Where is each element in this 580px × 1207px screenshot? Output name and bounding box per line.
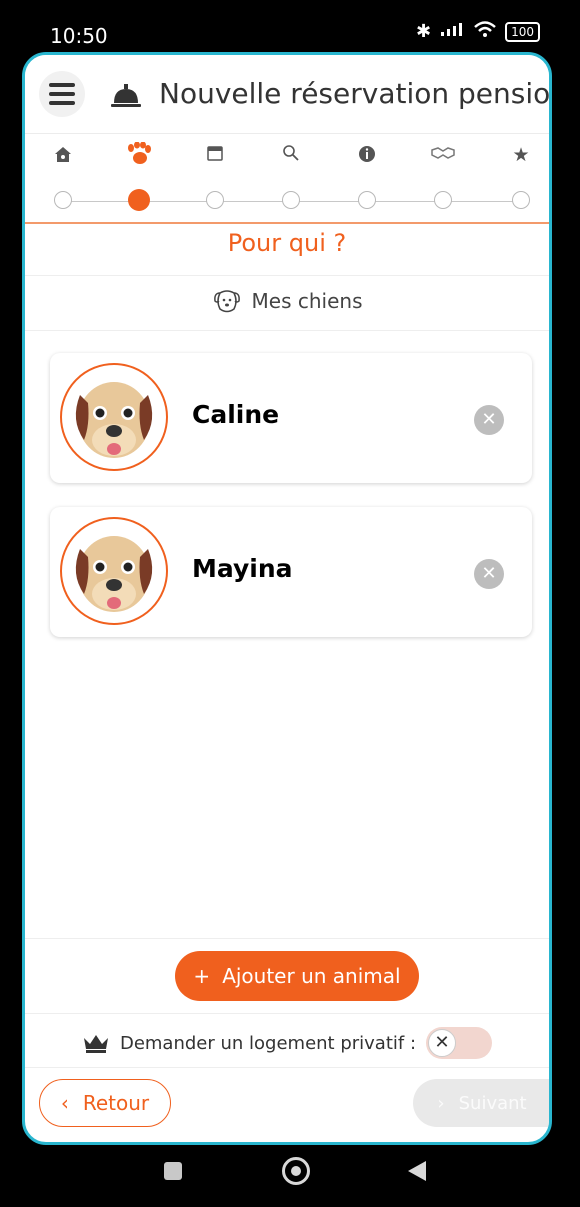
step-dot [206, 191, 224, 209]
add-animal-label: Ajouter un animal [222, 964, 401, 988]
status-icons: ✱ 100 [416, 20, 540, 43]
battery-icon: 100 [505, 21, 540, 42]
divider [25, 1013, 549, 1014]
private-lodging-row: Demander un logement privatif : ✕ [25, 1025, 549, 1061]
pet-card[interactable]: Caline ✕ [50, 353, 532, 483]
divider [25, 275, 549, 276]
calendar-icon [195, 144, 235, 167]
step-dot [434, 191, 452, 209]
step-dot [54, 191, 72, 209]
home-nav-icon[interactable] [282, 1157, 310, 1185]
menu-button[interactable] [39, 71, 85, 117]
plus-icon: + [193, 964, 211, 988]
app-header: Nouvelle réservation pension [25, 55, 549, 134]
menu-bar [49, 101, 75, 105]
search-icon [271, 144, 311, 167]
home-icon [43, 144, 83, 169]
toggle-off-icon: ✕ [428, 1029, 457, 1057]
remove-pet-button[interactable]: ✕ [474, 405, 504, 435]
back-nav-icon[interactable] [408, 1161, 426, 1181]
step-dot [512, 191, 530, 209]
signal-icon [439, 21, 465, 42]
private-lodging-toggle[interactable]: ✕ [426, 1027, 493, 1059]
step-dot [282, 191, 300, 209]
status-bar: 10:50 ✱ 100 [0, 0, 580, 58]
sub-heading-label: Mes chiens [251, 289, 363, 313]
handshake-icon [423, 144, 463, 166]
dog-face-icon [213, 290, 240, 313]
info-icon [347, 144, 387, 169]
section-title: Pour qui ? [227, 229, 347, 257]
page-title: Nouvelle réservation pension [159, 77, 552, 110]
next-button[interactable]: › Suivant [413, 1079, 549, 1127]
recents-icon[interactable] [164, 1162, 182, 1180]
pet-name: Mayina [192, 554, 293, 583]
paw-icon [119, 141, 159, 171]
menu-bar [49, 83, 75, 87]
menu-bar [49, 92, 75, 96]
sub-heading: Mes chiens [25, 287, 549, 315]
dog-avatar [60, 517, 168, 625]
private-lodging-label: Demander un logement privatif : [119, 1032, 417, 1054]
service-bell-icon [111, 84, 141, 107]
pet-name: Caline [192, 400, 280, 429]
wifi-icon [473, 20, 497, 43]
divider [25, 938, 549, 939]
back-button[interactable]: ‹ Retour [39, 1079, 171, 1127]
status-time: 10:50 [50, 24, 108, 48]
dog-avatar [60, 363, 168, 471]
remove-pet-button[interactable]: ✕ [474, 559, 504, 589]
step-dot [358, 191, 376, 209]
next-label: Suivant [458, 1092, 527, 1114]
chevron-left-icon: ‹ [60, 1091, 69, 1115]
pet-card[interactable]: Mayina ✕ [50, 507, 532, 637]
add-animal-button[interactable]: + Ajouter un animal [175, 951, 419, 1001]
divider [25, 1067, 549, 1068]
star-icon: ★ [512, 144, 530, 166]
crown-icon [83, 1035, 108, 1053]
chevron-right-icon: › [437, 1092, 445, 1114]
back-label: Retour [82, 1091, 150, 1115]
step-progress: ★ [25, 134, 549, 224]
divider [25, 330, 549, 331]
step-dot-active [128, 189, 150, 211]
app-frame: Nouvelle réservation pension ★ Pour qui … [22, 52, 552, 1145]
bluetooth-icon: ✱ [416, 21, 432, 42]
